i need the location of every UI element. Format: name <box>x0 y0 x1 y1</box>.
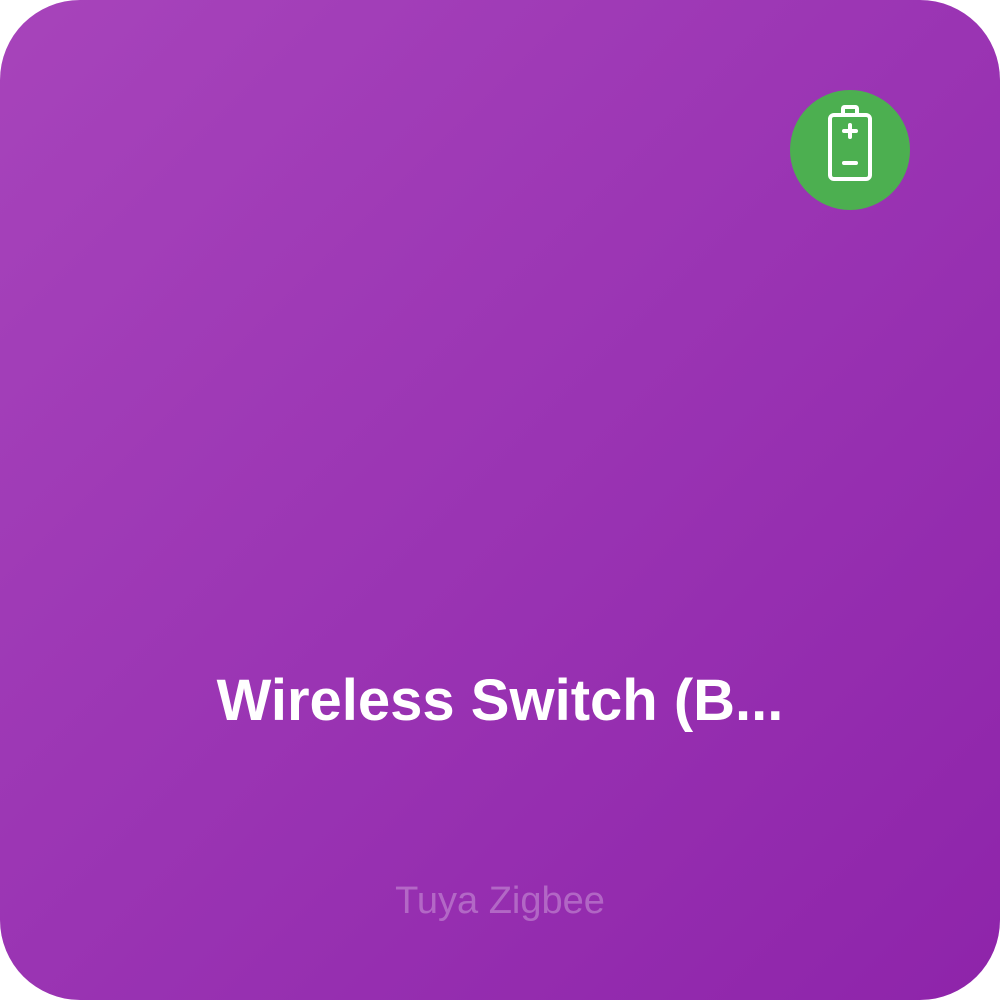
device-name: Wireless Switch (B... <box>216 668 784 733</box>
battery-status-badge <box>790 90 910 210</box>
device-tile[interactable]: Wireless Switch (B... Tuya Zigbee <box>0 0 1000 1000</box>
battery-icon <box>828 105 872 181</box>
device-vendor: Tuya Zigbee <box>395 880 605 922</box>
